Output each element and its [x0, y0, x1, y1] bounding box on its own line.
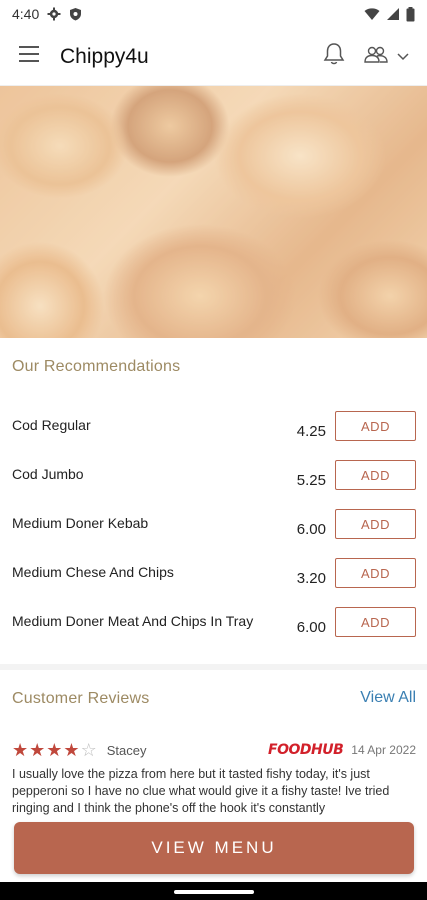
add-button[interactable]: ADD — [335, 607, 416, 637]
home-gesture-handle[interactable] — [174, 890, 254, 894]
chevron-down-icon — [397, 48, 409, 66]
settings-gear-icon — [47, 7, 61, 21]
recommendation-item: Cod Jumbo 5.25 ADD — [0, 460, 427, 515]
shield-icon — [69, 7, 82, 21]
view-all-link[interactable]: View All — [360, 689, 416, 707]
add-button[interactable]: ADD — [335, 411, 416, 441]
reviews-section: Customer Reviews View All ★ ★ ★ ★ ☆ Stac… — [0, 670, 427, 830]
review-date: 14 Apr 2022 — [351, 743, 416, 757]
item-price: 4.25 — [296, 423, 326, 440]
menu-hamburger-icon[interactable] — [18, 45, 40, 68]
cellular-signal-icon — [386, 7, 400, 21]
item-name: Medium Doner Meat And Chips In Tray — [12, 613, 254, 629]
notification-bell-icon[interactable] — [323, 42, 345, 71]
status-time: 4:40 — [12, 6, 40, 22]
star-filled-icon: ★ — [29, 740, 46, 760]
item-price: 3.20 — [296, 570, 326, 587]
item-name: Medium Chese And Chips — [12, 564, 174, 580]
hero-food-image — [0, 86, 427, 338]
app-bar: Chippy4u — [0, 28, 427, 86]
star-filled-icon: ★ — [12, 740, 29, 760]
star-filled-icon: ★ — [46, 740, 63, 760]
recommendations-section: Our Recommendations Cod Regular 4.25 ADD… — [0, 338, 427, 664]
star-filled-icon: ★ — [63, 740, 80, 760]
recommendations-title: Our Recommendations — [12, 358, 181, 375]
add-button[interactable]: ADD — [335, 558, 416, 588]
add-button[interactable]: ADD — [335, 460, 416, 490]
battery-icon — [406, 6, 415, 22]
item-name: Cod Jumbo — [12, 466, 84, 482]
status-bar: 4:40 — [0, 0, 427, 28]
app-title: Chippy4u — [60, 44, 149, 68]
item-name: Cod Regular — [12, 417, 91, 433]
review-text: I usually love the pizza from here but i… — [12, 767, 390, 815]
recommendation-item: Cod Regular 4.25 ADD — [0, 411, 427, 466]
star-empty-icon: ☆ — [80, 740, 97, 760]
account-switcher[interactable] — [363, 44, 409, 69]
item-price: 6.00 — [296, 619, 326, 636]
item-price: 5.25 — [296, 472, 326, 489]
recommendation-item: Medium Doner Kebab 6.00 ADD — [0, 509, 427, 564]
star-rating: ★ ★ ★ ★ ☆ — [12, 741, 97, 759]
item-name: Medium Doner Kebab — [12, 515, 149, 531]
users-icon — [363, 44, 389, 69]
wifi-icon — [364, 7, 380, 21]
reviews-title: Customer Reviews — [12, 690, 150, 707]
view-menu-button[interactable]: VIEW MENU — [14, 822, 414, 874]
recommendation-item: Medium Doner Meat And Chips In Tray 6.00… — [0, 607, 427, 662]
reviewer-name: Stacey — [106, 742, 147, 758]
add-button[interactable]: ADD — [335, 509, 416, 539]
recommendation-item: Medium Chese And Chips 3.20 ADD — [0, 558, 427, 613]
item-price: 6.00 — [296, 521, 326, 538]
review-header: ★ ★ ★ ★ ☆ Stacey FOODHUB 14 Apr 2022 — [12, 740, 416, 760]
review-source-logo: FOODHUB — [268, 742, 344, 758]
